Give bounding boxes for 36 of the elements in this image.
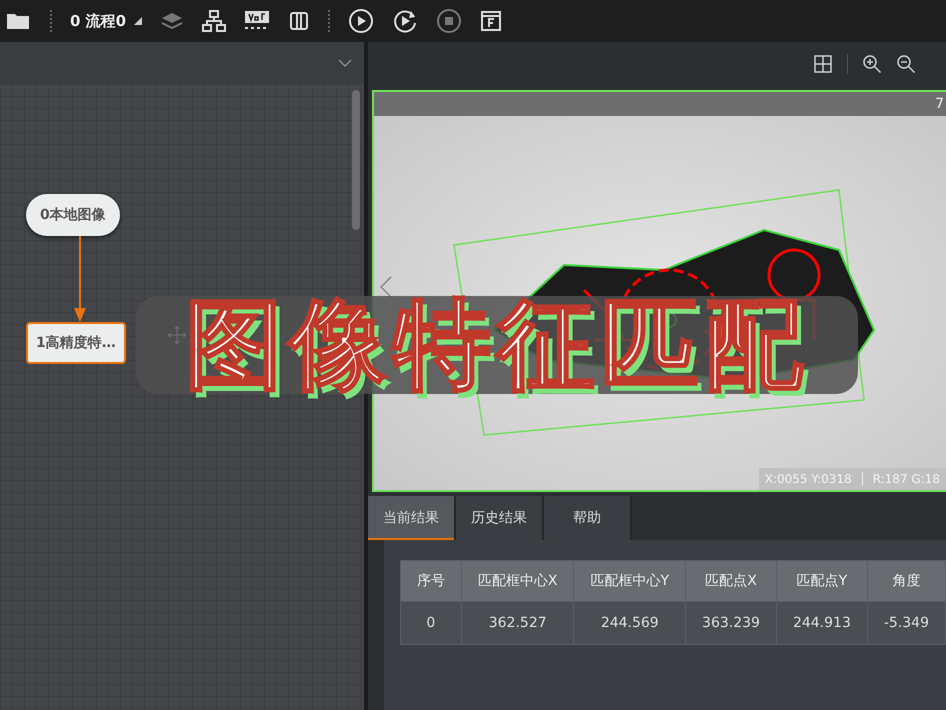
result-tab[interactable]: 历史结果 — [456, 496, 544, 540]
caption-title: 图像特征匹配 — [185, 296, 809, 394]
loop-play-icon[interactable] — [392, 8, 418, 34]
zoom-out-icon[interactable] — [896, 54, 916, 74]
variable-icon[interactable] — [244, 10, 270, 32]
column-header: 序号 — [400, 560, 462, 602]
table-cell: 244.569 — [574, 602, 686, 644]
layers-icon[interactable] — [160, 11, 184, 31]
folder-icon[interactable] — [6, 11, 32, 31]
column-header: 匹配框中心X — [461, 560, 574, 602]
hierarchy-icon[interactable] — [202, 10, 226, 32]
flow-node[interactable]: 0本地图像 — [26, 194, 120, 236]
table-cell: -5.349 — [867, 602, 946, 644]
caret-icon[interactable] — [134, 17, 142, 25]
table-cell: 363.239 — [686, 602, 776, 644]
chevron-down-icon[interactable] — [338, 59, 352, 67]
play-icon[interactable] — [348, 8, 374, 34]
column-header: 匹配点Y — [776, 560, 868, 602]
grid-icon[interactable] — [813, 54, 833, 74]
table-cell: 0 — [400, 602, 462, 644]
function-icon[interactable] — [480, 10, 502, 32]
column-header: 匹配点X — [686, 560, 776, 602]
scrollbar[interactable] — [352, 90, 360, 230]
flow-selector[interactable]: 0 流程0 — [70, 12, 126, 30]
result-tab[interactable]: 当前结果 — [368, 496, 456, 540]
result-tab[interactable]: 帮助 — [544, 496, 632, 540]
zoom-in-icon[interactable] — [862, 54, 882, 74]
flow-node[interactable]: 1高精度特… — [26, 322, 126, 364]
column-header: 匹配框中心Y — [574, 560, 686, 602]
table-cell: 362.527 — [461, 602, 574, 644]
stop-icon[interactable] — [436, 8, 462, 34]
column-header: 角度 — [867, 560, 946, 602]
panel-icon[interactable] — [288, 10, 310, 32]
zoom-text: 7 — [935, 96, 945, 112]
table-cell: 244.913 — [776, 602, 868, 644]
chevron-left-icon[interactable] — [380, 276, 392, 298]
